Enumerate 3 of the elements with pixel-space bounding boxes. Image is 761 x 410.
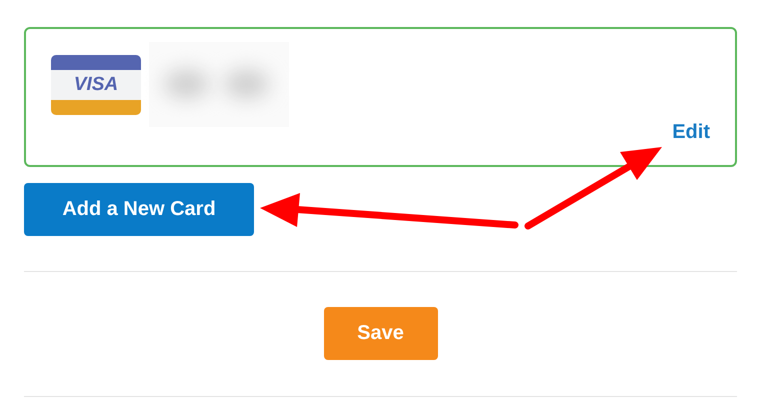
save-button[interactable]: Save [324,307,438,360]
edit-link[interactable]: Edit [672,121,710,144]
add-card-button[interactable]: Add a New Card [24,183,254,236]
